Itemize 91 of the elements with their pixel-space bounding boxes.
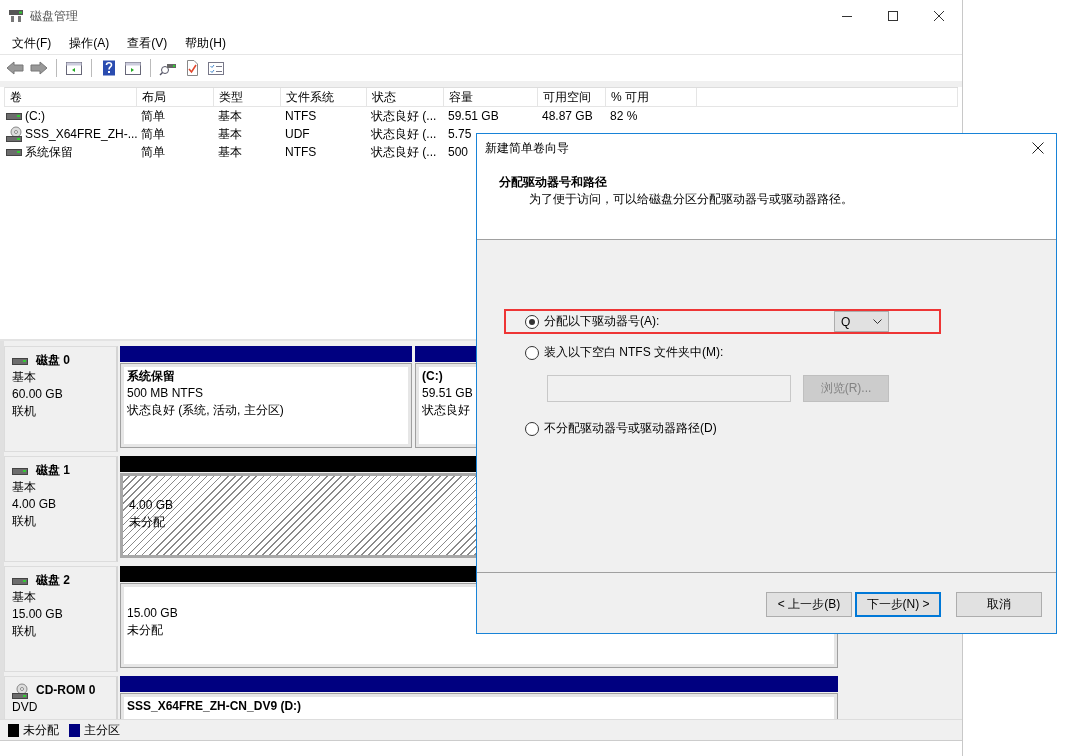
legend-label: 未分配 xyxy=(23,721,59,739)
radio-button[interactable] xyxy=(525,345,539,360)
disk-status: 联机 xyxy=(12,513,37,530)
help-icon[interactable] xyxy=(100,60,118,76)
drive-icon xyxy=(6,111,22,121)
partition-name: SSS_X64FRE_ZH-CN_DV9 (D:) xyxy=(127,698,302,715)
drive-icon xyxy=(6,147,22,157)
table-cell-text: 基本 xyxy=(217,125,242,143)
menu-item[interactable]: 帮助(H) xyxy=(177,32,234,54)
menu-item[interactable]: 查看(V) xyxy=(119,32,176,54)
table-cell-text: NTFS xyxy=(284,145,317,159)
partition-status: 未分配 xyxy=(127,622,163,639)
table-cell: 系统保留 xyxy=(25,143,73,161)
table-cell-text: 59.51 GB xyxy=(447,109,499,123)
partition-size: 4.00 GB xyxy=(129,497,174,514)
drive-icon xyxy=(12,355,28,366)
disk-type: 基本 xyxy=(12,589,37,606)
drive-icon xyxy=(12,465,28,476)
table-cell-text: 简单 xyxy=(140,125,165,143)
radio-label[interactable]: 不分配驱动器号或驱动器路径(D) xyxy=(544,420,717,437)
forward-arrow-icon[interactable] xyxy=(30,60,48,76)
table-cell-text: 500 xyxy=(447,145,469,159)
disk-name: 磁盘 1 xyxy=(36,462,70,479)
partition-size: 15.00 GB xyxy=(127,605,178,622)
chevron-down-icon xyxy=(873,318,882,325)
table-cell-text: 状态良好 (... xyxy=(370,125,437,143)
partition-status: 状态良好 xyxy=(422,402,470,419)
table-cell: SSS_X64FRE_ZH-... xyxy=(25,127,138,141)
drive-letter-dropdown[interactable]: Q xyxy=(834,311,889,332)
panel-icon[interactable] xyxy=(65,60,83,76)
table-cell-text: 简单 xyxy=(140,143,165,161)
table-cell-text: 基本 xyxy=(217,143,242,161)
table-cell-text: 48.87 GB xyxy=(541,109,593,123)
dialog-button[interactable]: < 上一步(B) xyxy=(766,592,852,617)
disk-management-icon xyxy=(8,9,24,23)
menu-item[interactable]: 文件(F) xyxy=(4,32,60,54)
table-cell-text: 状态良好 (... xyxy=(370,107,437,125)
checklist-icon[interactable] xyxy=(207,60,225,76)
window-title: 磁盘管理 xyxy=(30,7,79,25)
column-header[interactable]: % 可用 xyxy=(606,88,697,107)
partition-status: 状态良好 (系统, 活动, 主分区) xyxy=(127,402,284,419)
disk-status: 联机 xyxy=(12,623,37,640)
dialog-button[interactable]: 取消 xyxy=(956,592,1042,617)
disk-name: 磁盘 0 xyxy=(36,352,70,369)
column-header[interactable]: 文件系统 xyxy=(281,88,367,107)
column-header[interactable]: 状态 xyxy=(367,88,444,107)
radio-button[interactable] xyxy=(525,314,539,329)
back-arrow-icon[interactable] xyxy=(6,60,24,76)
partition-size: 500 MB NTFS xyxy=(127,385,204,402)
disk-name: 磁盘 2 xyxy=(36,572,70,589)
legend-label: 主分区 xyxy=(84,721,120,739)
dialog-title: 新建简单卷向导 xyxy=(485,139,569,157)
disk-name: CD-ROM 0 xyxy=(36,682,96,699)
table-cell-text: 简单 xyxy=(140,107,165,125)
optical-drive-icon xyxy=(12,682,28,699)
partition-status: 未分配 xyxy=(129,514,165,531)
disk-status: 联机 xyxy=(12,403,37,420)
table-cell-text: 基本 xyxy=(217,107,242,125)
partition-size: 59.51 GB xyxy=(422,385,473,402)
disk-type: DVD xyxy=(12,699,39,716)
close-button[interactable] xyxy=(934,11,944,21)
table-cell: (C:) xyxy=(25,109,45,123)
table-cell-text: 状态良好 (... xyxy=(370,143,437,161)
table-cell-text: 5.75 xyxy=(447,127,472,141)
partition-name: (C:) xyxy=(422,368,443,385)
table-cell-text: 82 % xyxy=(609,109,638,123)
page-description: 为了便于访问，可以给磁盘分区分配驱动器号或驱动器路径。 xyxy=(528,191,854,208)
page-heading: 分配驱动器号和路径 xyxy=(499,174,608,191)
close-button[interactable] xyxy=(1032,142,1044,154)
disk-type: 基本 xyxy=(12,479,37,496)
radio-label[interactable]: 装入以下空白 NTFS 文件夹中(M): xyxy=(544,344,724,361)
radio-label[interactable]: 分配以下驱动器号(A): xyxy=(544,313,660,330)
column-header[interactable]: 卷 xyxy=(5,88,137,107)
column-header[interactable]: 可用空间 xyxy=(538,88,606,107)
partition-name: 系统保留 xyxy=(127,368,175,385)
table-cell-text: UDF xyxy=(284,127,310,141)
column-header[interactable]: 布局 xyxy=(137,88,214,107)
dialog-button[interactable]: 下一步(N) > xyxy=(855,592,941,617)
optical-drive-icon xyxy=(6,126,22,142)
menu-item[interactable]: 操作(A) xyxy=(61,32,118,54)
disk-size: 60.00 GB xyxy=(12,386,64,403)
table-cell-text: NTFS xyxy=(284,109,317,123)
column-header[interactable]: 容量 xyxy=(444,88,538,107)
disk-size: 4.00 GB xyxy=(12,496,58,513)
disk-size: 15.00 GB xyxy=(12,606,64,623)
panel-icon[interactable] xyxy=(124,60,142,76)
maximize-button[interactable] xyxy=(888,11,898,21)
disk-type: 基本 xyxy=(12,369,37,386)
radio-button[interactable] xyxy=(525,421,539,436)
column-header[interactable]: 类型 xyxy=(214,88,281,107)
drive-icon xyxy=(12,575,28,586)
